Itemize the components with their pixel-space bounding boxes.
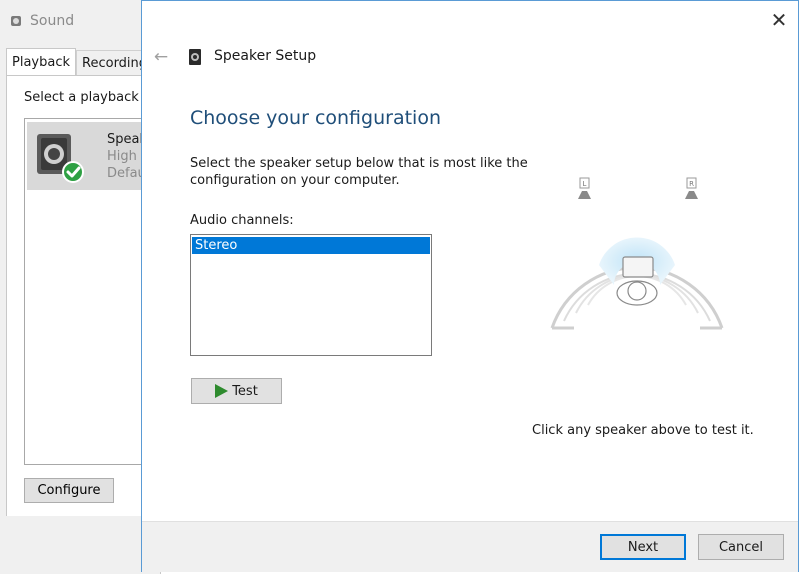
page-heading: Choose your configuration (190, 107, 441, 129)
sound-window: Sound Playback Recording Select a playba… (0, 0, 162, 574)
test-button-label: Test (232, 383, 258, 399)
sound-window-titlebar: Sound (8, 10, 74, 32)
play-icon (215, 384, 229, 398)
cancel-button[interactable]: Cancel (698, 534, 784, 560)
playback-panel: Select a playback d Speak High D Defau C… (6, 75, 162, 516)
audio-channels-list[interactable]: Stereo (190, 234, 432, 356)
speaker-setup-dialog: ← Speaker Setup ✕ Choose your configurat… (141, 0, 799, 572)
back-arrow-icon[interactable]: ← (150, 47, 172, 67)
speaker-device-icon (37, 134, 84, 183)
setup-description: Select the speaker setup below that is m… (190, 156, 528, 188)
sound-tabs: Playback Recording (6, 48, 154, 76)
test-hint: Click any speaker above to test it. (532, 423, 754, 438)
next-button[interactable]: Next (600, 534, 686, 560)
configure-button[interactable]: Configure (24, 478, 114, 503)
device-status: Defau (107, 166, 146, 181)
speaker-layout-diagram: L R (550, 177, 724, 330)
speaker-icon (189, 49, 201, 65)
tab-playback[interactable]: Playback (6, 48, 77, 75)
sound-window-title: Sound (30, 13, 75, 29)
sound-app-icon (11, 16, 21, 26)
select-device-label: Select a playback d (24, 90, 152, 105)
channel-option-stereo[interactable]: Stereo (192, 237, 430, 254)
close-icon[interactable]: ✕ (766, 7, 792, 33)
test-button[interactable]: Test (191, 378, 282, 404)
right-speaker-label: R (689, 180, 694, 188)
left-speaker-label: L (583, 180, 587, 188)
audio-channels-label: Audio channels: (190, 213, 294, 228)
dialog-footer: Next Cancel (142, 521, 798, 572)
dialog-title: Speaker Setup (214, 48, 317, 64)
